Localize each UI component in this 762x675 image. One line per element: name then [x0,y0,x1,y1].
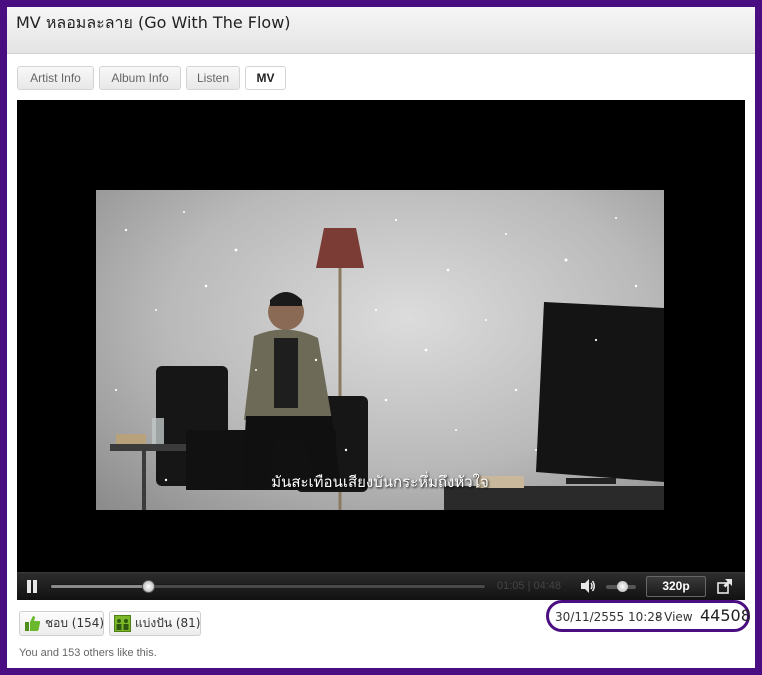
share-label: แบ่งปัน (81) [135,616,201,630]
view-label: - View [656,610,693,624]
quality-button[interactable]: 320p [646,576,706,597]
volume-handle[interactable] [616,581,628,592]
seek-progress [51,585,150,588]
player-controls: 01:05 | 04:48 320p [17,572,745,600]
video-frame[interactable]: มันสะเทือนเสียงบันกระหึ่มถึงหัวใจ [96,190,664,510]
title-bar: MV หลอมละลาย (Go With The Flow) [7,7,755,54]
time-separator: | [524,580,534,592]
video-scene [110,211,664,510]
like-button[interactable]: ชอบ (154) [19,611,104,636]
tab-mv[interactable]: MV [245,66,286,90]
share-button[interactable]: แบ่งปัน (81) [109,611,201,636]
tab-artist-info[interactable]: Artist Info [17,66,94,90]
volume-icon[interactable] [580,578,596,594]
tab-listen[interactable]: Listen [186,66,240,90]
pause-icon[interactable] [26,580,38,593]
mv-panel: MV หลอมละลาย (Go With The Flow) Artist I… [7,7,755,668]
total-duration: 04:48 [533,580,562,592]
fullscreen-icon[interactable] [717,578,733,594]
upload-date: 30/11/2555 10:28 [555,610,663,624]
video-subtitle: มันสะเทือนเสียงบันกระหึ่มถึงหัวใจ [271,473,489,491]
seek-handle[interactable] [142,580,156,593]
page-title: MV หลอมละลาย (Go With The Flow) [16,13,291,32]
view-count: 44508 [700,606,751,625]
elapsed-time: 01:05 [497,580,525,592]
thumbs-up-icon [25,616,41,631]
time-display: 01:05 | 04:48 [497,580,561,592]
like-label: ชอบ (154) [45,616,105,630]
volume-slider[interactable] [606,581,636,592]
tab-album-info[interactable]: Album Info [99,66,181,90]
likes-summary: You and 153 others like this. [19,647,157,659]
share-icon [114,615,131,632]
seek-bar[interactable] [50,580,486,593]
video-player[interactable]: มันสะเทือนเสียงบันกระหึ่มถึงหัวใจ 01:05 … [17,100,745,600]
upload-info: 30/11/2555 10:28 - View 44508 [546,600,751,632]
